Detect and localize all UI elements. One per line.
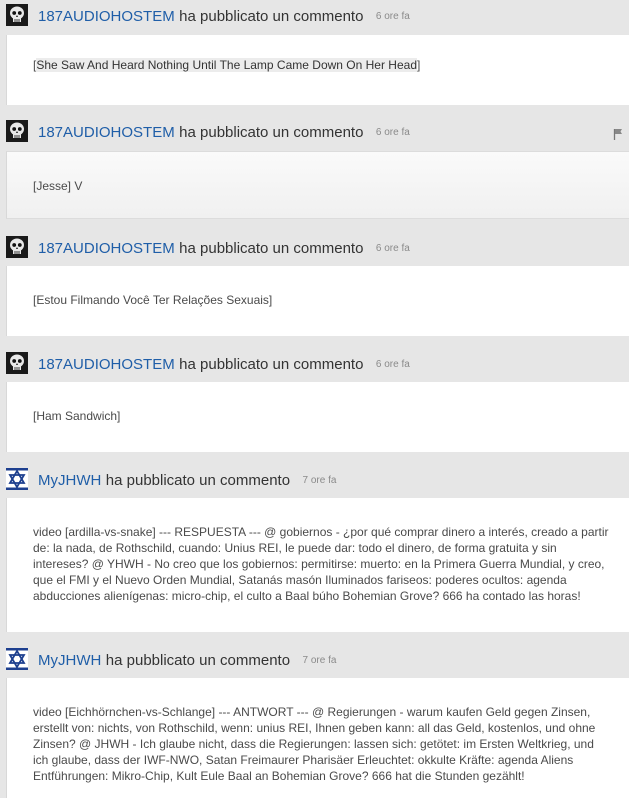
comment-card: [Jesse] V	[6, 151, 629, 219]
feed-item: MyJHWH ha pubblicato un commento 7 ore f…	[0, 464, 629, 644]
comment-text: [Estou Filmando Você Ter Relações Sexuai…	[33, 293, 273, 307]
comment-card: [Estou Filmando Você Ter Relações Sexuai…	[6, 266, 629, 336]
action-text: ha pubblicato un commento	[105, 472, 291, 489]
feed-item-header-text: MyJHWH ha pubblicato un commento 7 ore f…	[38, 472, 336, 490]
feed-item-header: MyJHWH ha pubblicato un commento 7 ore f…	[0, 464, 629, 498]
skull-avatar-icon[interactable]	[6, 4, 28, 26]
feed-item-header-text: 187AUDIOHOSTEM ha pubblicato un commento…	[38, 124, 410, 142]
feed-item-header: 187AUDIOHOSTEM ha pubblicato un commento…	[0, 0, 629, 35]
timestamp[interactable]: 6 ore fa	[376, 359, 410, 370]
item-spacer	[0, 219, 629, 232]
feed-item-header-text: 187AUDIOHOSTEM ha pubblicato un commento…	[38, 8, 410, 26]
skull-avatar-icon[interactable]	[6, 120, 28, 142]
star-of-david-avatar-icon[interactable]	[6, 468, 28, 490]
author-link[interactable]: 187AUDIOHOSTEM	[38, 124, 175, 141]
author-link[interactable]: 187AUDIOHOSTEM	[38, 356, 175, 373]
flag-icon[interactable]	[613, 128, 623, 140]
skull-avatar-icon[interactable]	[6, 236, 28, 258]
action-text: ha pubblicato un commento	[179, 8, 364, 25]
action-text: ha pubblicato un commento	[179, 240, 364, 257]
feed-item-header: 187AUDIOHOSTEM ha pubblicato un commento…	[0, 348, 629, 382]
comment-card: [She Saw And Heard Nothing Until The Lam…	[6, 35, 629, 105]
item-spacer	[0, 336, 629, 348]
comment-text: [Ham Sandwich]	[33, 409, 121, 423]
comment-card: video [Eichhörnchen-vs-Schlange] --- ANT…	[6, 678, 629, 798]
timestamp[interactable]: 6 ore fa	[376, 243, 410, 254]
feed-item: 187AUDIOHOSTEM ha pubblicato un commento…	[0, 348, 629, 464]
item-spacer	[0, 452, 629, 464]
author-link[interactable]: 187AUDIOHOSTEM	[38, 8, 175, 25]
feed-item-header: MyJHWH ha pubblicato un commento 7 ore f…	[0, 644, 629, 678]
comment-text: She Saw And Heard Nothing Until The Lamp…	[36, 58, 417, 72]
feed-item-header-text: 187AUDIOHOSTEM ha pubblicato un commento…	[38, 356, 410, 374]
timestamp[interactable]: 6 ore fa	[376, 127, 410, 138]
skull-avatar-icon[interactable]	[6, 352, 28, 374]
feed-item: 187AUDIOHOSTEM ha pubblicato un commento…	[0, 0, 629, 116]
star-of-david-avatar-icon[interactable]	[6, 648, 28, 670]
comment-text: video [ardilla-vs-snake] --- RESPUESTA -…	[33, 525, 609, 603]
feed-item-header: 187AUDIOHOSTEM ha pubblicato un commento…	[0, 232, 629, 266]
action-text: ha pubblicato un commento	[105, 652, 291, 669]
author-link[interactable]: MyJHWH	[38, 472, 101, 489]
item-spacer	[0, 632, 629, 644]
item-spacer	[0, 105, 629, 116]
feed-item: 187AUDIOHOSTEM ha pubblicato un commento…	[0, 232, 629, 348]
feed-item-header-text: 187AUDIOHOSTEM ha pubblicato un commento…	[38, 240, 410, 258]
feed-item-header: 187AUDIOHOSTEM ha pubblicato un commento…	[0, 116, 629, 151]
comment-text: [Jesse] V	[33, 179, 83, 193]
timestamp[interactable]: 6 ore fa	[376, 11, 410, 22]
feed-item-header-text: MyJHWH ha pubblicato un commento 7 ore f…	[38, 652, 336, 670]
action-text: ha pubblicato un commento	[179, 124, 364, 141]
activity-feed: 187AUDIOHOSTEM ha pubblicato un commento…	[0, 0, 629, 798]
action-text: ha pubblicato un commento	[179, 356, 364, 373]
author-link[interactable]: MyJHWH	[38, 652, 101, 669]
feed-item: 187AUDIOHOSTEM ha pubblicato un commento…	[0, 116, 629, 232]
feed-item: MyJHWH ha pubblicato un commento 7 ore f…	[0, 644, 629, 798]
timestamp[interactable]: 7 ore fa	[303, 475, 337, 486]
comment-text: video [Eichhörnchen-vs-Schlange] --- ANT…	[33, 705, 596, 783]
timestamp[interactable]: 7 ore fa	[303, 655, 337, 666]
comment-card: [Ham Sandwich]	[6, 382, 629, 452]
comment-card: video [ardilla-vs-snake] --- RESPUESTA -…	[6, 498, 629, 632]
comment-text-wrap: [She Saw And Heard Nothing Until The Lam…	[33, 58, 421, 72]
author-link[interactable]: 187AUDIOHOSTEM	[38, 240, 175, 257]
